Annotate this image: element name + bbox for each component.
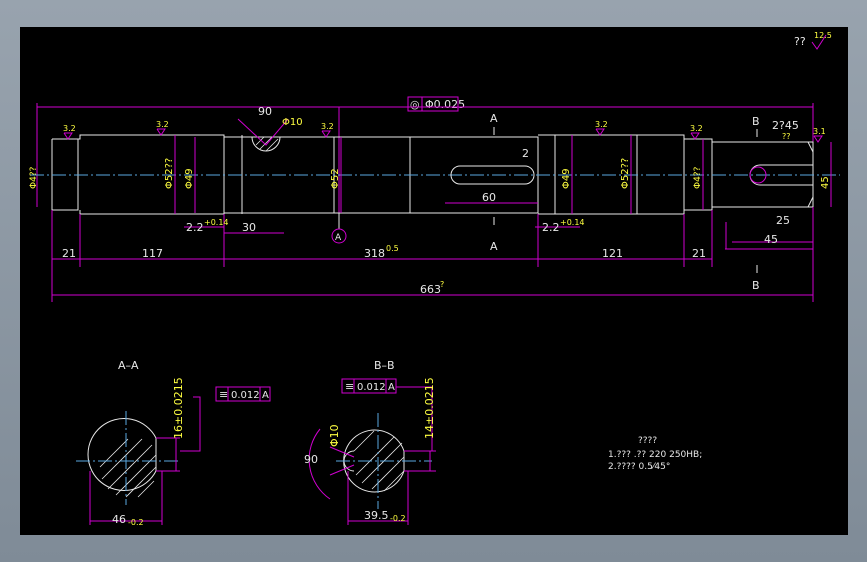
dim-60: 60 [482, 191, 496, 204]
bb-tol-value: 0.012 [357, 382, 386, 393]
section-bb-tolerance: ≡ 0.012 A [341, 378, 397, 394]
chamfer-label: 2?45 [772, 119, 799, 132]
aa-dia: 46 [112, 513, 126, 526]
angle-key-label: 90 [258, 105, 272, 118]
section-aa-tolerance: ≡ 0.012 A [215, 386, 271, 402]
section-a-top: A [490, 112, 498, 125]
section-b-bottom: B [752, 279, 760, 292]
notes-heading: ???? [638, 436, 657, 446]
dim-121: 121 [602, 247, 623, 260]
groove-2: 2.2 [542, 221, 560, 234]
roughness-note: ?? [794, 35, 806, 48]
roughness-mark-5: 3.2 [690, 124, 703, 133]
dim-21-right: 21 [692, 247, 706, 260]
dim-117: 117 [142, 247, 163, 260]
dim-total-tol: ? [440, 280, 444, 289]
diameter-6: Φ52?? [620, 158, 631, 189]
diameter-1: Φ4?? [29, 166, 39, 189]
dim-318-tol: 0.5 [386, 244, 399, 253]
aa-tol-symbol: ≡ [219, 388, 228, 401]
dim-total: 663 [420, 283, 441, 296]
bb-tol-datum: A [388, 382, 395, 393]
drawing-canvas: ?? 12.5 ◎ Φ0.025 90 Φ10 A A B B 2?45 ?? … [20, 27, 848, 535]
roughness-mark-1: 3.2 [63, 124, 76, 133]
diameter-4: Φ52 [330, 168, 341, 189]
chamfer-sub: ?? [782, 132, 791, 141]
section-aa-title: A–A [118, 359, 139, 372]
keyway-depth: 2 [522, 147, 529, 160]
aa-key-width: 16±0.0215 [172, 377, 185, 439]
hole-dia-label: Φ10 [282, 117, 303, 128]
diameter-2: Φ52?? [164, 158, 175, 189]
roughness-mark-3: 3.2 [321, 122, 334, 131]
dim-21-left: 21 [62, 247, 76, 260]
roughness-symbol: 12.5 [811, 31, 832, 50]
roughness-value: 12.5 [814, 31, 832, 40]
bb-dia: 39.5 [364, 509, 389, 522]
groove-1: 2.2 [186, 221, 204, 234]
section-bb-title: B–B [374, 359, 395, 372]
bb-key-width: 14±0.0215 [423, 377, 436, 439]
diameter-7: Φ4?? [693, 166, 703, 189]
roughness-mark-2: 3.2 [156, 120, 169, 129]
notes-line-2: 2.???? 0.5⁄45° [608, 462, 670, 472]
runout-symbol: ◎ [410, 98, 420, 111]
diameter-5: Φ49 [561, 168, 572, 189]
dim-45: 45 [764, 233, 778, 246]
groove-1-tol: +0.14 [204, 218, 229, 227]
aa-tol-value: 0.012 [231, 390, 260, 401]
dim-318: 318 [364, 247, 385, 260]
diameter-labels: Φ4?? Φ52?? Φ49 Φ52 Φ49 Φ52?? Φ4?? 45 [29, 158, 831, 189]
dim-30: 30 [242, 221, 256, 234]
tech-notes: ???? 1.??? .?? 220 250HB; 2.???? 0.5⁄45° [608, 436, 702, 472]
roughness-mark-6: 3.1 [813, 127, 826, 136]
section-a-bottom: A [490, 240, 498, 253]
bb-hole: Φ10 [328, 424, 341, 447]
section-bb-view [308, 386, 436, 525]
bb-angle: 90 [304, 453, 318, 466]
shaft-drawing: ?? 12.5 ◎ Φ0.025 90 Φ10 A A B B 2?45 ?? … [29, 31, 840, 527]
roughness-mark-4: 3.2 [595, 120, 608, 129]
notes-line-1: 1.??? .?? 220 250HB; [608, 450, 702, 460]
diameter-8: 45 [820, 176, 831, 189]
dim-25: 25 [776, 214, 790, 227]
datum-a: A [331, 213, 347, 244]
aa-dia-tol: -0.2 [128, 518, 144, 527]
aa-tol-datum: A [262, 390, 269, 401]
runout-frame: ◎ Φ0.025 [407, 96, 465, 112]
datum-a-label: A [335, 233, 342, 243]
diameter-3: Φ49 [184, 168, 195, 189]
cross-hole [237, 118, 289, 152]
runout-value: Φ0.025 [425, 98, 465, 111]
window-frame: ?? 12.5 ◎ Φ0.025 90 Φ10 A A B B 2?45 ?? … [0, 0, 867, 562]
bb-dia-tol: -0.2 [390, 514, 406, 523]
groove-2-tol: +0.14 [560, 218, 585, 227]
section-b-top: B [752, 115, 760, 128]
bb-tol-symbol: ≡ [345, 380, 354, 393]
